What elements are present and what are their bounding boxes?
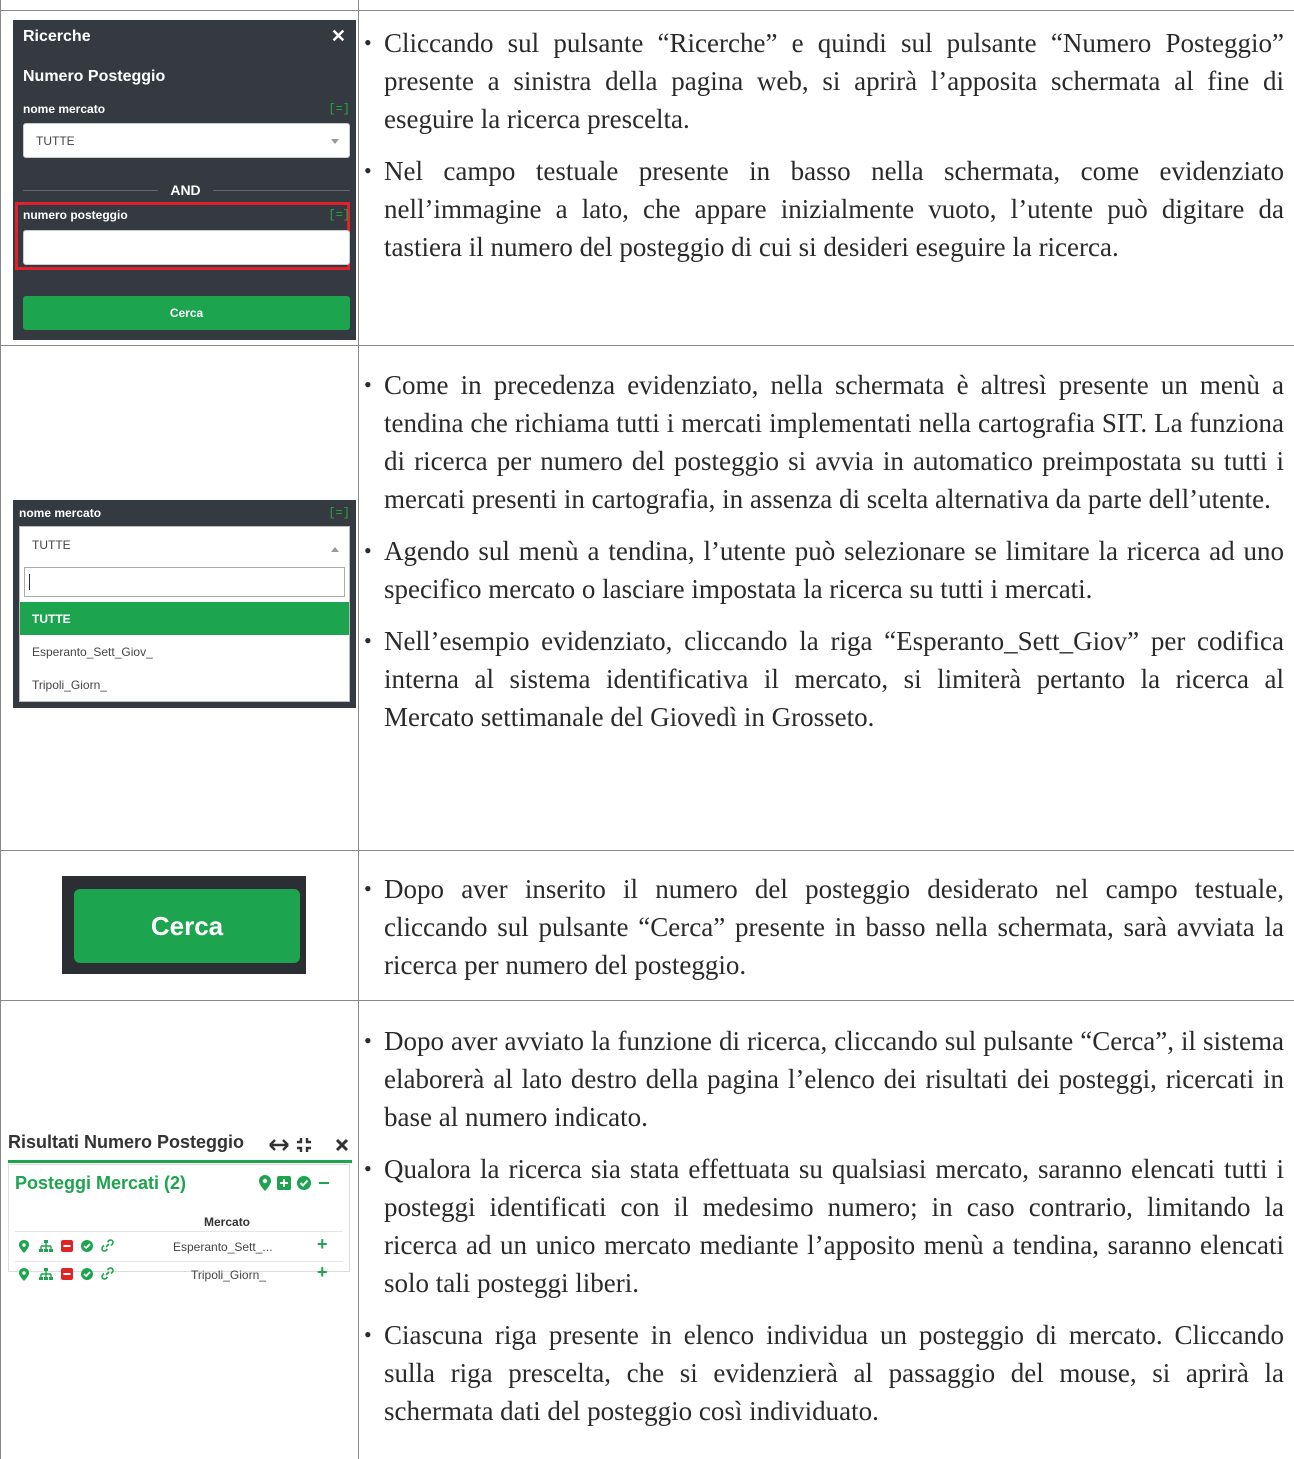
dropdown-option[interactable]: Tripoli_Giorn_ <box>20 668 349 701</box>
panel-title: Ricerche <box>23 28 91 45</box>
row-mercato: Tripoli_Giorn_ <box>191 1268 266 1282</box>
map-marker-icon[interactable] <box>19 1268 29 1281</box>
and-divider-right <box>213 190 350 191</box>
map-marker-icon[interactable] <box>19 1240 29 1253</box>
bullet-item: Agendo sul menù a tendina, l’utente può … <box>360 532 1284 608</box>
dropdown[interactable]: TUTTE TUTTE Esperanto_Sett_Giov_ Tripoli… <box>19 526 350 702</box>
group-title[interactable]: Posteggi Mercati (2) <box>15 1173 186 1194</box>
delete-icon[interactable] <box>61 1240 73 1252</box>
results-group-card: Posteggi Mercati (2) Mercato Esperanto_S… <box>8 1164 350 1282</box>
bullet-item: Dopo aver avviato la funzione di ricerca… <box>360 1022 1284 1136</box>
link-icon[interactable] <box>101 1267 114 1280</box>
chevron-down-icon <box>331 138 339 144</box>
mercato-eq-tag: [=] <box>328 506 350 520</box>
column-header-mercato: Mercato <box>204 1215 251 1229</box>
mercato-eq-tag: [=] <box>328 102 350 116</box>
bullet-item: Cliccando sul pulsante “Ricerche” e quin… <box>360 24 1284 138</box>
bullet-item: Ciascuna riga presente in elenco individ… <box>360 1316 1284 1430</box>
table-row-divider <box>0 850 1294 851</box>
map-marker-icon[interactable] <box>259 1175 271 1191</box>
posteggio-input[interactable] <box>23 230 350 265</box>
chevron-up-icon <box>331 547 339 552</box>
row-mercato: Esperanto_Sett_... <box>173 1240 273 1254</box>
posteggio-eq-tag: [=] <box>328 208 350 222</box>
posteggio-label: numero posteggio <box>23 208 128 222</box>
table-row-divider <box>0 345 1294 346</box>
results-title: Risultati Numero Posteggio <box>8 1132 245 1152</box>
table-row[interactable]: Tripoli_Giorn_ + <box>15 1261 343 1290</box>
row2-description: Come in precedenza evidenziato, nella sc… <box>360 366 1284 750</box>
check-circle-icon[interactable] <box>81 1240 93 1252</box>
table-border-top <box>0 10 1294 11</box>
dropdown-option[interactable]: Esperanto_Sett_Giov_ <box>20 635 349 668</box>
mercato-select[interactable]: TUTTE <box>23 123 350 158</box>
mercato-label: nome mercato <box>19 506 102 520</box>
check-circle-icon[interactable] <box>297 1176 311 1190</box>
close-icon[interactable]: ✕ <box>331 26 346 47</box>
row3-description: Dopo aver inserito il numero del postegg… <box>360 870 1284 998</box>
bullet-item: Come in precedenza evidenziato, nella sc… <box>360 366 1284 518</box>
results-panel-screenshot: Risultati Numero Posteggio Posteggi Merc… <box>8 1132 352 1282</box>
table-border-left <box>0 0 1 1459</box>
cerca-button[interactable]: Cerca <box>23 296 350 330</box>
sitemap-icon[interactable] <box>39 1268 53 1280</box>
bullet-item: Qualora la ricerca sia stata effettuata … <box>360 1150 1284 1302</box>
table-column-divider <box>358 0 359 1459</box>
cerca-button-screenshot: Cerca <box>62 876 306 974</box>
add-icon[interactable]: + <box>317 1262 328 1283</box>
close-icon[interactable] <box>335 1138 349 1152</box>
and-label: AND <box>170 182 201 198</box>
bullet-item: Nell’esempio evidenziato, cliccando la r… <box>360 622 1284 736</box>
bullet-item: Nel campo testuale presente in basso nel… <box>360 152 1284 266</box>
plus-square-icon[interactable] <box>277 1176 291 1190</box>
row1-description: Cliccando sul pulsante “Ricerche” e quin… <box>360 24 1284 280</box>
collapse-icon[interactable] <box>296 1137 312 1153</box>
mercato-select-value[interactable]: TUTTE <box>32 538 71 552</box>
expand-horizontal-icon[interactable] <box>268 1138 290 1152</box>
bullet-item: Dopo aver inserito il numero del postegg… <box>360 870 1284 984</box>
mercato-select-value: TUTTE <box>36 134 75 148</box>
delete-icon[interactable] <box>61 1268 73 1280</box>
panel-subtitle: Numero Posteggio <box>23 68 166 85</box>
check-circle-icon[interactable] <box>81 1268 93 1280</box>
dropdown-option-selected[interactable]: TUTTE <box>20 602 349 635</box>
cerca-button[interactable]: Cerca <box>74 889 300 963</box>
add-icon[interactable]: + <box>317 1234 328 1255</box>
mercato-dropdown-screenshot: nome mercato [=] TUTTE TUTTE Esperanto_S… <box>13 500 356 708</box>
link-icon[interactable] <box>101 1239 114 1252</box>
and-divider-left <box>23 190 158 191</box>
dropdown-search-input[interactable] <box>24 567 345 597</box>
row4-description: Dopo aver avviato la funzione di ricerca… <box>360 1022 1284 1444</box>
table-row[interactable]: Esperanto_Sett_... + <box>15 1231 343 1260</box>
sitemap-icon[interactable] <box>39 1240 53 1252</box>
results-title-underline <box>8 1160 352 1163</box>
text-cursor <box>29 574 30 590</box>
mercato-label: nome mercato <box>23 102 106 116</box>
ricerche-panel-screenshot: Ricerche ✕ Numero Posteggio nome mercato… <box>13 20 356 340</box>
table-row-divider <box>0 1000 1294 1001</box>
minus-icon[interactable] <box>319 1182 329 1184</box>
